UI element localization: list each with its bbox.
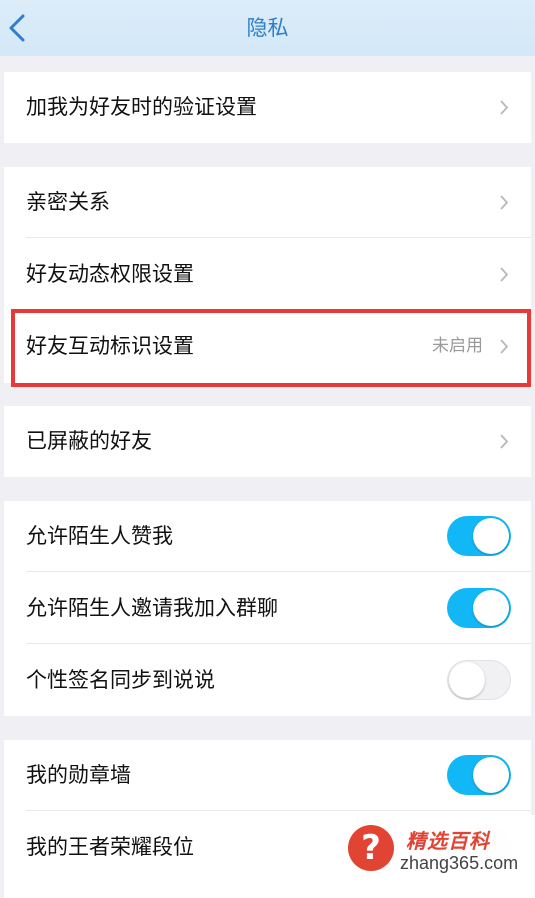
settings-group-verification: 加我为好友时的验证设置 [4,72,531,143]
row-blocked-friends[interactable]: 已屏蔽的好友 [4,406,531,477]
row-label: 亲密关系 [26,190,110,214]
row-friend-verification[interactable]: 加我为好友时的验证设置 [4,72,531,143]
row-medal-wall: 我的勋章墙 [4,740,531,811]
row-label: 已屏蔽的好友 [26,429,152,453]
chevron-right-icon [500,267,509,282]
toggle-knob [473,590,509,626]
row-divider [26,309,531,310]
row-divider [26,237,531,238]
chevron-right-icon [500,434,509,449]
toggle-switch[interactable] [447,660,511,700]
nav-bar: 隐私 [0,0,535,56]
row-allow-stranger-likes: 允许陌生人赞我 [4,501,531,572]
page-title: 隐私 [246,16,289,40]
watermark: ? 精选百科 zhang365.com [330,815,535,898]
chevron-right-icon [500,100,509,115]
row-allow-stranger-group-invites: 允许陌生人邀请我加入群聊 [4,573,531,644]
settings-group-blocked: 已屏蔽的好友 [4,406,531,477]
chevron-right-icon [500,339,509,354]
chevron-right-icon [500,195,509,210]
row-divider [26,571,531,572]
question-mark-icon: ? [348,825,394,871]
row-label: 允许陌生人邀请我加入群聊 [26,596,278,620]
settings-group-strangers: 允许陌生人赞我 允许陌生人邀请我加入群聊 个性签名同步到说说 [4,501,531,716]
settings-group-relations: 亲密关系 好友动态权限设置 好友互动标识设置 未启用 [4,167,531,383]
row-label: 我的勋章墙 [26,763,131,787]
row-signature-sync: 个性签名同步到说说 [4,645,531,716]
toggle-knob [473,518,509,554]
row-label: 好友动态权限设置 [26,262,194,286]
row-label: 个性签名同步到说说 [26,668,215,692]
row-divider [26,810,531,811]
toggle-knob [449,662,485,698]
toggle-switch[interactable] [447,516,511,556]
row-label: 允许陌生人赞我 [26,524,173,548]
row-divider [26,643,531,644]
toggle-switch[interactable] [447,588,511,628]
toggle-knob [473,757,509,793]
watermark-title: 精选百科 [406,829,490,853]
row-friend-feed-permissions[interactable]: 好友动态权限设置 [4,239,531,310]
status-value: 未启用 [432,336,483,356]
watermark-url: zhang365.com [400,853,519,873]
row-close-relationship[interactable]: 亲密关系 [4,167,531,238]
row-friend-interaction-badges[interactable]: 好友互动标识设置 未启用 [4,311,531,382]
toggle-switch[interactable] [447,755,511,795]
row-label: 我的王者荣耀段位 [26,835,194,859]
row-label: 加我为好友时的验证设置 [26,95,257,119]
row-label: 好友互动标识设置 [26,334,194,358]
